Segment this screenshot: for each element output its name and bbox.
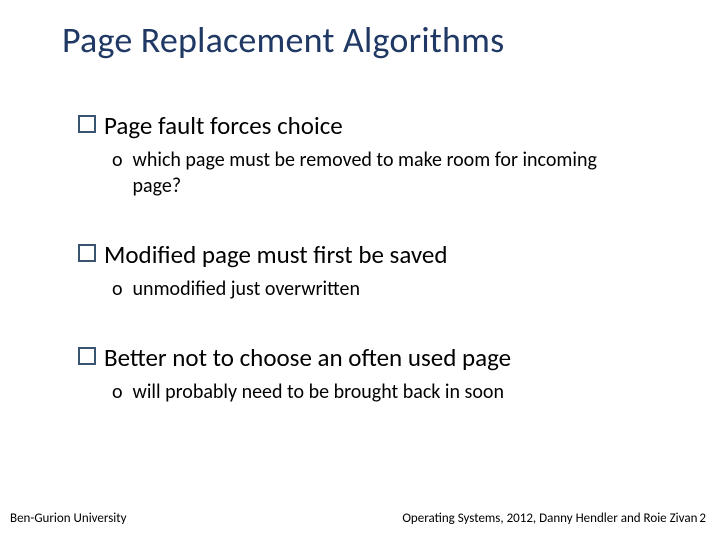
bullet-text: Modified page must first be saved xyxy=(104,239,448,270)
circle-bullet-icon: o xyxy=(112,276,123,302)
slide-content: Page fault forces choice o which page mu… xyxy=(78,110,660,405)
bullet-level1: Better not to choose an often used page xyxy=(78,342,660,373)
subbullet-text: will probably need to be brought back in… xyxy=(133,379,504,405)
bullet-level2: o will probably need to be brought back … xyxy=(112,379,660,405)
footer-right: Operating Systems, 2012, Danny Hendler a… xyxy=(402,511,706,526)
bullet-level2: o which page must be removed to make roo… xyxy=(112,147,660,199)
subbullet-text: unmodified just overwritten xyxy=(133,276,360,302)
footer-left: Ben-Gurion University xyxy=(10,511,127,526)
square-bullet-icon xyxy=(78,115,96,133)
page-number: 2 xyxy=(699,511,706,526)
subbullet-text: which page must be removed to make room … xyxy=(133,147,643,199)
slide-footer: Ben-Gurion University Operating Systems,… xyxy=(0,511,720,526)
square-bullet-icon xyxy=(78,347,96,365)
bullet-level1: Modified page must first be saved xyxy=(78,239,660,270)
bullet-level2: o unmodified just overwritten xyxy=(112,276,660,302)
slide-title: Page Replacement Algorithms xyxy=(62,18,504,62)
circle-bullet-icon: o xyxy=(112,147,123,173)
bullet-text: Page fault forces choice xyxy=(104,110,343,141)
bullet-text: Better not to choose an often used page xyxy=(104,342,511,373)
footer-credits: Operating Systems, 2012, Danny Hendler a… xyxy=(402,511,697,526)
bullet-level1: Page fault forces choice xyxy=(78,110,660,141)
circle-bullet-icon: o xyxy=(112,379,123,405)
square-bullet-icon xyxy=(78,244,96,262)
